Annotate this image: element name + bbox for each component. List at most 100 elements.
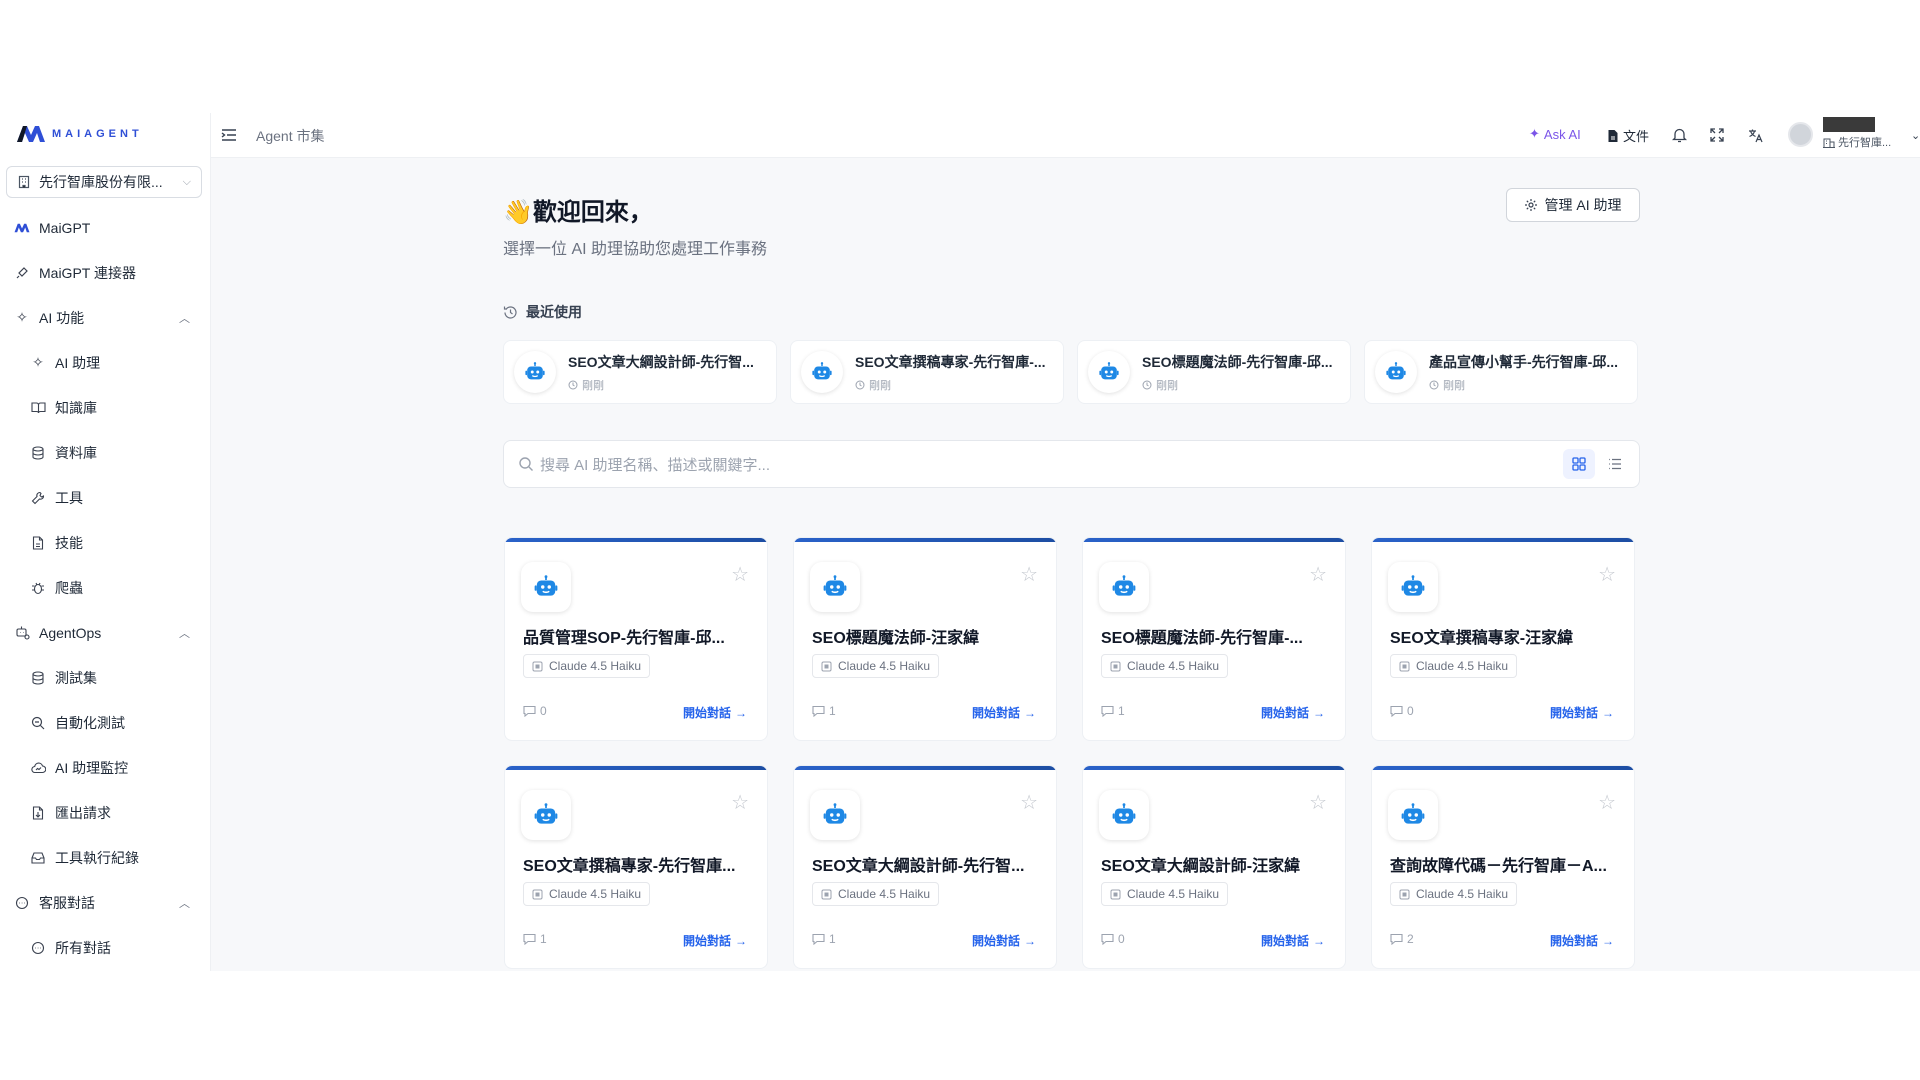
agent-card[interactable]: ☆ 品質管理SOP-先行智庫-邱... Claude 4.5 Haiku 0 開始對話 → [504, 537, 768, 741]
star-icon[interactable]: ☆ [1309, 562, 1327, 587]
sidebar-group-agentops[interactable]: AgentOps ︿ [0, 610, 210, 655]
model-name: Claude 4.5 Haiku [1416, 659, 1509, 673]
robot-icon [534, 575, 558, 596]
agent-card[interactable]: ☆ 查詢故障代碼－先行智庫－A... Claude 4.5 Haiku 2 開始對話 → [1371, 765, 1635, 969]
breadcrumb[interactable]: Agent 市集 [256, 126, 324, 146]
recent-agent-card[interactable]: 產品宣傳小幫手-先行智庫-邱... 剛剛 [1364, 340, 1638, 404]
grid-view-button[interactable] [1563, 449, 1595, 479]
agent-card[interactable]: ☆ SEO文章大綱設計師-先行智... Claude 4.5 Haiku 1 開始對話 → [793, 765, 1057, 969]
building-icon [18, 175, 30, 189]
sidebar-item-tools[interactable]: 工具 [0, 475, 210, 520]
chevron-down-icon[interactable]: ⌄ [1911, 129, 1920, 142]
agent-avatar [1388, 790, 1438, 840]
sidebar-item-export-requests[interactable]: 匯出請求 [0, 790, 210, 835]
user-avatar[interactable] [1788, 122, 1813, 147]
conversation-count-value: 1 [829, 932, 836, 946]
translate-icon[interactable] [1746, 125, 1766, 145]
app-window: MAIAGENT 先行智庫股份有限... ⌵ MaiGPT MaiGPT 連接器… [0, 113, 1920, 971]
sidebar-item-crawler[interactable]: 爬蟲 [0, 565, 210, 610]
start-conversation-button[interactable]: 開始對話 → [1261, 932, 1325, 949]
recent-agent-card[interactable]: SEO文章撰稿專家-先行智庫-... 剛剛 [790, 340, 1064, 404]
sidebar-item-label: AI 功能 [39, 309, 85, 326]
start-conversation-button[interactable]: 開始對話 → [972, 932, 1036, 949]
start-conversation-button[interactable]: 開始對話 → [972, 704, 1036, 721]
robot-icon [1401, 803, 1425, 824]
agent-card[interactable]: ☆ SEO標題魔法師-先行智庫-... Claude 4.5 Haiku 1 開始對話 → [1082, 537, 1346, 741]
start-conversation-button[interactable]: 開始對話 → [1550, 704, 1614, 721]
start-conversation-label: 開始對話 [971, 706, 1020, 720]
sidebar-group-ai-features[interactable]: ✧ AI 功能 ︿ [0, 295, 210, 340]
agent-avatar [801, 351, 843, 393]
arrow-right-icon: → [1602, 705, 1614, 720]
agent-avatar [810, 562, 860, 612]
sidebar-item-automated-testing[interactable]: 自動化測試 [0, 700, 210, 745]
comment-icon [1101, 933, 1114, 945]
agent-card[interactable]: ☆ SEO標題魔法師-汪家緯 Claude 4.5 Haiku 1 開始對話 → [793, 537, 1057, 741]
recent-agent-card[interactable]: SEO標題魔法師-先行智庫-邱... 剛剛 [1077, 340, 1351, 404]
agent-title: SEO文章大綱設計師-汪家緯 [1101, 858, 1301, 875]
recent-agent-card[interactable]: SEO文章大綱設計師-先行智... 剛剛 [503, 340, 777, 404]
model-name: Claude 4.5 Haiku [1416, 887, 1509, 901]
view-toggle [1563, 449, 1631, 479]
list-view-button[interactable] [1599, 449, 1631, 479]
sidebar-item-tool-execution-log[interactable]: 工具執行紀錄 [0, 835, 210, 880]
agent-card[interactable]: ☆ SEO文章撰稿專家-先行智庫... Claude 4.5 Haiku 1 開始對話 → [504, 765, 768, 969]
conversation-count-value: 1 [829, 704, 836, 718]
recent-agent-time: 剛剛 [568, 377, 768, 393]
organization-selector[interactable]: 先行智庫股份有限... ⌵ [6, 166, 202, 198]
start-conversation-button[interactable]: 開始對話 → [1261, 704, 1325, 721]
star-icon[interactable]: ☆ [731, 562, 749, 587]
conversation-count-value: 0 [1118, 932, 1125, 946]
search-icon [519, 457, 533, 471]
start-conversation-button[interactable]: 開始對話 → [683, 932, 747, 949]
star-icon[interactable]: ☆ [1309, 790, 1327, 815]
sidebar-toggle-icon[interactable] [220, 126, 238, 144]
app-logo[interactable]: MAIAGENT [16, 124, 143, 144]
card-accent-bar [505, 766, 767, 770]
sidebar: MAIAGENT 先行智庫股份有限... ⌵ MaiGPT MaiGPT 連接器… [0, 113, 211, 971]
start-conversation-button[interactable]: 開始對話 → [683, 704, 747, 721]
sidebar-item-knowledge-base[interactable]: 知識庫 [0, 385, 210, 430]
manage-ai-assistant-button[interactable]: 管理 AI 助理 [1506, 188, 1640, 222]
docs-button[interactable]: 文件 [1607, 126, 1649, 145]
recent-agent-name: SEO文章大綱設計師-先行智... [568, 353, 754, 370]
agent-card[interactable]: ☆ SEO文章撰稿專家-汪家緯 Claude 4.5 Haiku 0 開始對話 → [1371, 537, 1635, 741]
star-icon[interactable]: ☆ [1020, 790, 1038, 815]
model-name: Claude 4.5 Haiku [549, 887, 642, 901]
sidebar-item-test-sets[interactable]: 測試集 [0, 655, 210, 700]
bell-icon[interactable] [1669, 125, 1689, 145]
model-name: Claude 4.5 Haiku [838, 659, 931, 673]
model-badge: Claude 4.5 Haiku [1390, 882, 1518, 906]
star-icon[interactable]: ☆ [731, 790, 749, 815]
sidebar-item-label: 資料庫 [55, 444, 97, 461]
star-icon[interactable]: ☆ [1598, 790, 1616, 815]
sidebar-item-ai-assistant[interactable]: ✧ AI 助理 [0, 340, 210, 385]
cloud-monitor-icon [30, 760, 46, 776]
robot-icon [534, 803, 558, 824]
recent-agent-info: 產品宣傳小幫手-先行智庫-邱... 剛剛 [1429, 352, 1629, 393]
start-conversation-button[interactable]: 開始對話 → [1550, 932, 1614, 949]
sidebar-group-customer-service[interactable]: 客服對話 ︿ [0, 880, 210, 925]
agent-avatar [1099, 562, 1149, 612]
sidebar-item-ai-monitoring[interactable]: AI 助理監控 [0, 745, 210, 790]
sidebar-item-label: MaiGPT [39, 219, 91, 236]
sidebar-item-maigpt[interactable]: MaiGPT [0, 205, 210, 250]
ask-ai-button[interactable]: ✦ Ask AI [1529, 126, 1581, 142]
search-input[interactable] [540, 453, 1540, 477]
cpu-icon [821, 661, 832, 671]
arrow-right-icon: → [1602, 933, 1614, 948]
sidebar-item-label: 爬蟲 [55, 579, 83, 596]
sidebar-item-maigpt-connector[interactable]: MaiGPT 連接器 [0, 250, 210, 295]
conversation-count-value: 1 [540, 932, 547, 946]
fullscreen-icon[interactable] [1707, 125, 1727, 145]
cpu-icon [1110, 661, 1121, 671]
model-badge: Claude 4.5 Haiku [1390, 654, 1518, 678]
star-icon[interactable]: ☆ [1020, 562, 1038, 587]
user-menu[interactable]: 先行智庫... [1823, 117, 1893, 150]
sidebar-item-database[interactable]: 資料庫 [0, 430, 210, 475]
agent-title: 查詢故障代碼－先行智庫－A... [1390, 858, 1607, 875]
star-icon[interactable]: ☆ [1598, 562, 1616, 587]
agent-card[interactable]: ☆ SEO文章大綱設計師-汪家緯 Claude 4.5 Haiku 0 開始對話 → [1082, 765, 1346, 969]
sidebar-item-skills[interactable]: 技能 [0, 520, 210, 565]
sidebar-item-all-conversations[interactable]: 所有對話 [0, 925, 210, 970]
